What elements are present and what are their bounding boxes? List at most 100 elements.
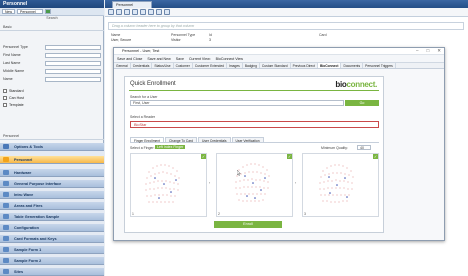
table-cell: User, Secure bbox=[111, 38, 132, 42]
middle-name-input[interactable] bbox=[45, 68, 101, 74]
maximize-icon[interactable]: □ bbox=[427, 48, 430, 54]
go-button[interactable]: Go bbox=[345, 100, 379, 106]
quick-enrollment-panel: Quick Enrollment bioconnect. Search for … bbox=[124, 76, 384, 233]
tab-finger-enrollment[interactable]: Finger Enrollment bbox=[130, 137, 165, 143]
tab-documents[interactable]: Documents bbox=[341, 63, 364, 68]
nav-configuration[interactable]: Configuration bbox=[0, 224, 104, 232]
export-icon[interactable] bbox=[164, 9, 170, 15]
checkbox-standard[interactable]: Standard bbox=[3, 88, 63, 93]
section-personnel[interactable]: Personnel bbox=[0, 133, 104, 140]
form-icon bbox=[3, 258, 9, 263]
minimum-quality-select[interactable]: 40 bbox=[357, 145, 371, 150]
new-icon[interactable] bbox=[108, 9, 114, 15]
reader-select[interactable]: BioStar bbox=[130, 121, 379, 128]
tab-user-credentials[interactable]: User Credentials bbox=[197, 137, 231, 143]
fingerprint-panel-1[interactable]: ✓ 1 bbox=[130, 153, 207, 217]
dialog-toolbar: Save and Close Save and New Save Current… bbox=[114, 55, 444, 63]
tab-customer[interactable]: Customer bbox=[174, 63, 193, 68]
document-tabstrip: Personnel bbox=[105, 0, 468, 8]
search-user-label: Search for a User bbox=[130, 95, 158, 99]
tab-customer-extended[interactable]: Customer Extended bbox=[193, 63, 227, 68]
nav-sites[interactable]: Sites bbox=[0, 268, 104, 276]
tab-personnel-triggers[interactable]: Personnel Triggers bbox=[363, 63, 396, 68]
search-label[interactable]: Search bbox=[0, 16, 104, 23]
first-name-input[interactable] bbox=[45, 52, 101, 58]
nav-options-tools[interactable]: Options & Tools bbox=[0, 143, 104, 151]
bioconnect-logo: bioconnect. bbox=[335, 80, 377, 89]
view-dropdown[interactable]: BioConnect View bbox=[216, 57, 243, 61]
refresh-icon[interactable] bbox=[148, 9, 154, 15]
tab-credentials[interactable]: Credentials bbox=[131, 63, 153, 68]
nav-gpi[interactable]: General Purpose Interface bbox=[0, 180, 104, 188]
group-by-hint[interactable]: Drag a column header here to group by th… bbox=[108, 22, 464, 30]
tab-previous-direct[interactable]: Previous Direct bbox=[291, 63, 318, 68]
nav-table-generation[interactable]: Table Generation Sample bbox=[0, 213, 104, 221]
card-icon bbox=[3, 236, 9, 241]
minimize-icon[interactable]: – bbox=[416, 48, 419, 54]
personnel-type-input[interactable] bbox=[45, 44, 101, 50]
quick-enrollment-heading: Quick Enrollment bbox=[130, 81, 176, 87]
tab-custom-standard[interactable]: Custom Standard bbox=[260, 63, 291, 68]
save-close-button[interactable]: Save and Close bbox=[117, 57, 142, 61]
table-icon bbox=[3, 214, 9, 219]
dialog-tabs: General Credentials Status/Use Customer … bbox=[114, 63, 444, 69]
save-new-button[interactable]: Save and New bbox=[147, 57, 170, 61]
tab-bioconnect[interactable]: BioConnect bbox=[317, 63, 342, 68]
print-icon[interactable] bbox=[140, 9, 146, 15]
section-basic[interactable]: Basic bbox=[0, 24, 104, 31]
current-view-label: Current View: bbox=[188, 56, 211, 61]
fingerprint-image bbox=[235, 163, 270, 202]
save-button[interactable]: Save bbox=[176, 57, 184, 61]
tab-images[interactable]: Images bbox=[227, 63, 243, 68]
personnel-dialog: Personnel - User, Test – □ ✕ Save and Cl… bbox=[113, 47, 445, 241]
nav-sample-form-1[interactable]: Sample Form 1 bbox=[0, 246, 104, 254]
save-icon[interactable] bbox=[116, 9, 122, 15]
nav-areas-fires[interactable]: Areas and Fires bbox=[0, 202, 104, 210]
field-middle-name: Middle Name bbox=[3, 68, 101, 74]
delete-icon[interactable] bbox=[132, 9, 138, 15]
tab-change-to-card[interactable]: Change To Card bbox=[165, 137, 197, 143]
tab-personnel[interactable]: Personnel bbox=[112, 1, 152, 8]
configuration-icon bbox=[3, 225, 9, 230]
mouse-cursor-icon bbox=[237, 170, 241, 176]
nav-sample-form-2[interactable]: Sample Form 2 bbox=[0, 257, 104, 265]
nav-card-formats[interactable]: Card Formats and Keys bbox=[0, 235, 104, 243]
checkbox-can-host[interactable]: Can Host bbox=[3, 95, 63, 100]
finger-number: 1 bbox=[132, 212, 134, 216]
select-finger-label: Select a Finger: bbox=[130, 146, 155, 150]
field-personnel-type: Personnel Type bbox=[3, 44, 101, 50]
search-user-input[interactable]: First, User bbox=[130, 100, 344, 106]
checkbox-template[interactable]: Template bbox=[3, 102, 63, 107]
close-icon[interactable]: ✕ bbox=[437, 48, 441, 54]
finger-number: 3 bbox=[304, 212, 306, 216]
nav-hardware[interactable]: Hardware bbox=[0, 169, 104, 177]
selected-finger-badge[interactable]: Left Index Finger bbox=[155, 145, 186, 149]
form-icon bbox=[3, 247, 9, 252]
enroll-button[interactable]: Enroll bbox=[214, 221, 282, 228]
filter-icon[interactable] bbox=[156, 9, 162, 15]
field-name: Name bbox=[3, 76, 101, 82]
refresh-icon[interactable] bbox=[45, 9, 52, 14]
name-input[interactable] bbox=[45, 76, 101, 82]
table-row[interactable]: User, Secure Visitor 3 bbox=[108, 38, 464, 43]
sites-icon bbox=[3, 269, 9, 274]
interface-icon bbox=[3, 181, 9, 186]
arrow-icon: › bbox=[209, 181, 211, 185]
tab-user-verification[interactable]: User Verification bbox=[231, 137, 264, 143]
checkmark-icon: ✓ bbox=[373, 154, 378, 159]
table-cell: Visitor bbox=[171, 38, 181, 42]
last-name-input[interactable] bbox=[45, 60, 101, 66]
fingerprint-panel-2[interactable]: ✓ 2 bbox=[216, 153, 293, 217]
tab-badging[interactable]: Badging bbox=[243, 63, 260, 68]
heading-divider bbox=[129, 90, 379, 91]
scope-dropdown[interactable]: Personnel bbox=[17, 9, 44, 14]
nav-intru-wave[interactable]: Intru Wave bbox=[0, 191, 104, 199]
field-last-name: Last Name bbox=[3, 60, 101, 66]
copy-icon[interactable] bbox=[124, 9, 130, 15]
tab-status-use[interactable]: Status/Use bbox=[152, 63, 174, 68]
new-button[interactable]: New bbox=[2, 9, 16, 14]
navigation-pane: Options & Tools Personnel Hardware Gener… bbox=[0, 143, 104, 276]
nav-personnel[interactable]: Personnel bbox=[0, 156, 104, 164]
tab-general[interactable]: General bbox=[114, 63, 131, 68]
fingerprint-panel-3[interactable]: ✓ 3 bbox=[302, 153, 379, 217]
